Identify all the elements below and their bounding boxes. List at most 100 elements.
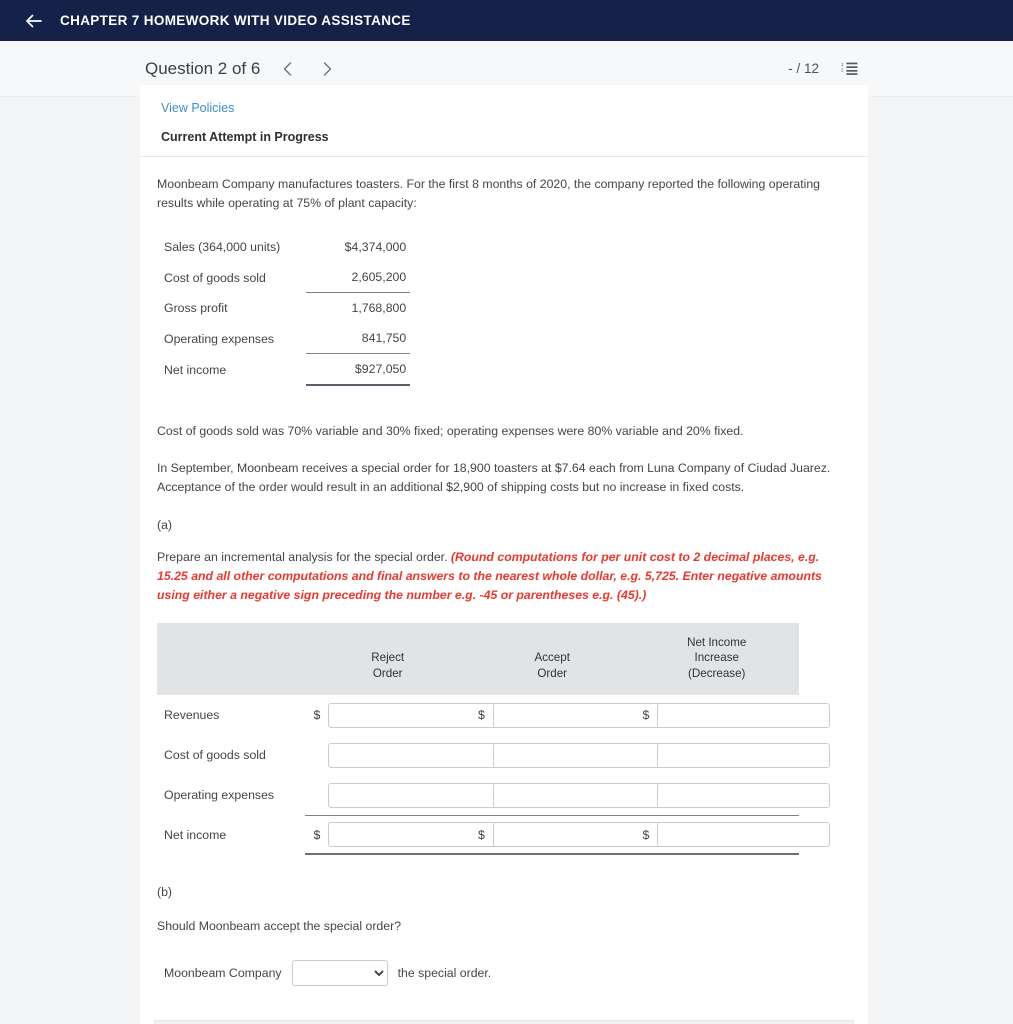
row-label-opex: Operating expenses	[164, 788, 275, 803]
chevron-left-icon[interactable]	[274, 56, 300, 82]
input-opex-net[interactable]	[657, 782, 831, 808]
dollar-sign: $	[313, 827, 321, 842]
header-net-line1: Net Income	[687, 635, 747, 649]
input-opex-reject[interactable]	[328, 782, 502, 808]
cell-cogs-net: $	[634, 735, 831, 775]
cost-breakdown-paragraph: Cost of goods sold was 70% variable and …	[157, 424, 744, 439]
results-amount: 1,768,800	[351, 301, 407, 316]
results-label: Gross profit	[164, 301, 228, 316]
cell-cogs-reject: $	[305, 735, 502, 775]
svg-text:1: 1	[841, 62, 844, 67]
input-cogs-accept[interactable]	[492, 742, 666, 768]
row-label-net-income: Net income	[164, 828, 227, 843]
table-row: Sales (364,000 units) $4,374,000	[164, 232, 410, 262]
etextbook-and-media-bar[interactable]: eTextbook and Media	[154, 1020, 854, 1024]
question-counter: Question 2 of 6	[145, 58, 261, 78]
question-card: View Policies Current Attempt in Progres…	[140, 85, 868, 1024]
special-order-paragraph: In September, Moonbeam receives a specia…	[157, 461, 831, 494]
cell-revenues-accept: $	[470, 695, 666, 735]
cell-opex-accept: $	[470, 775, 666, 815]
input-netincome-net[interactable]	[657, 822, 831, 848]
input-opex-accept[interactable]	[492, 782, 666, 808]
cell-netincome-accept: $	[469, 815, 666, 856]
table-row: Operating expenses $ $	[157, 775, 831, 815]
header-net-line2: Increase	[694, 651, 739, 665]
question-body: Moonbeam Company manufactures toasters. …	[140, 175, 868, 987]
score-display: - / 12	[788, 61, 819, 76]
accept-order-select[interactable]: should accept should not accept	[291, 960, 388, 987]
cell-revenues-reject: $	[305, 695, 502, 735]
card-header-area: View Policies Current Attempt in Progres…	[140, 85, 868, 144]
chevron-right-icon[interactable]	[314, 56, 340, 82]
dollar-sign: $	[642, 708, 650, 723]
cell-cogs-accept: $	[470, 735, 666, 775]
dollar-sign: $	[642, 827, 650, 842]
table-row: Cost of goods sold $ $	[157, 735, 831, 775]
incremental-analysis-table: Reject Order Accept Order Net Income Inc…	[157, 622, 831, 856]
header-reject-order: Reject Order	[305, 622, 470, 696]
table-row: Net income $ $ $	[157, 815, 831, 856]
header-blank	[157, 622, 306, 696]
table-row: Operating expenses 841,750	[164, 323, 411, 355]
part-a-prompt-text: Prepare an incremental analysis for the …	[157, 550, 451, 565]
input-revenues-accept[interactable]	[492, 702, 666, 728]
analysis-table-head: Reject Order Accept Order Net Income Inc…	[157, 622, 799, 696]
header-accept-line1: Accept	[534, 651, 570, 665]
assignment-title: CHAPTER 7 HOMEWORK WITH VIDEO ASSISTANCE	[60, 13, 411, 28]
table-row: Gross profit 1,768,800	[164, 293, 410, 324]
analysis-table-body: Revenues $ $ $ Cost of goods sold Operat…	[157, 695, 831, 856]
results-amount: 841,750	[306, 323, 411, 355]
header-net-income: Net Income Increase (Decrease)	[634, 622, 799, 696]
results-label: Cost of goods sold	[164, 270, 266, 285]
cell-opex-reject: $	[305, 775, 502, 815]
part-b-prefix: Moonbeam Company	[164, 966, 282, 981]
part-a-label: (a)	[157, 518, 173, 533]
input-cogs-net[interactable]	[657, 742, 831, 768]
homework-page: CHAPTER 7 HOMEWORK WITH VIDEO ASSISTANCE…	[0, 0, 1013, 1024]
question-nav-left: Question 2 of 6	[0, 56, 340, 82]
input-netincome-reject[interactable]	[328, 822, 502, 848]
header-reject-line1: Reject	[371, 651, 405, 665]
cell-netincome-reject: $	[305, 815, 502, 856]
dollar-sign: $	[477, 708, 485, 723]
part-b-answer-row: Moonbeam Company should accept should no…	[164, 960, 850, 987]
question-nav-right: - / 12 1 2	[788, 61, 1013, 76]
row-label-cogs: Cost of goods sold	[164, 748, 266, 763]
row-label-revenues: Revenues	[164, 708, 220, 723]
cell-revenues-net: $	[634, 695, 831, 735]
cell-opex-net: $	[634, 775, 831, 815]
header-net-line3: (Decrease)	[688, 667, 746, 681]
table-row: Net income $927,050	[164, 353, 411, 387]
header-divider	[140, 156, 868, 157]
back-arrow-icon[interactable]	[24, 12, 42, 30]
table-row: Revenues $ $ $	[157, 695, 831, 735]
results-label: Operating expenses	[164, 331, 275, 346]
part-b-question: Should Moonbeam accept the special order…	[157, 919, 402, 934]
part-b-label: (b)	[157, 885, 173, 900]
top-navigation-bar: CHAPTER 7 HOMEWORK WITH VIDEO ASSISTANCE	[0, 0, 1013, 41]
dollar-sign: $	[477, 827, 485, 842]
results-amount: $4,374,000	[344, 240, 407, 255]
cell-netincome-net: $	[634, 815, 831, 856]
operating-results-body: Sales (364,000 units) $4,374,000 Cost of…	[164, 232, 411, 387]
part-b-suffix: the special order.	[397, 966, 492, 981]
header-reject-line2: Order	[372, 667, 403, 681]
svg-text:2: 2	[841, 68, 844, 73]
table-row: Cost of goods sold 2,605,200	[164, 262, 411, 294]
view-policies-link[interactable]: View Policies	[161, 101, 234, 115]
input-revenues-net[interactable]	[657, 702, 831, 728]
part-a-prompt: Prepare an incremental analysis for the …	[157, 548, 850, 604]
numbered-list-icon[interactable]: 1 2	[841, 61, 858, 76]
dollar-sign: $	[313, 708, 321, 723]
input-cogs-reject[interactable]	[328, 742, 502, 768]
input-revenues-reject[interactable]	[328, 702, 502, 728]
intro-paragraph: Moonbeam Company manufactures toasters. …	[157, 177, 821, 210]
results-label: Sales (364,000 units)	[164, 240, 281, 255]
results-amount: $927,050	[306, 353, 411, 387]
operating-results-table: Sales (364,000 units) $4,374,000 Cost of…	[164, 232, 411, 387]
header-accept-order: Accept Order	[469, 622, 635, 696]
input-netincome-accept[interactable]	[492, 822, 666, 848]
results-amount: 2,605,200	[306, 262, 411, 294]
results-label: Net income	[164, 362, 227, 377]
header-accept-line2: Order	[537, 667, 568, 681]
